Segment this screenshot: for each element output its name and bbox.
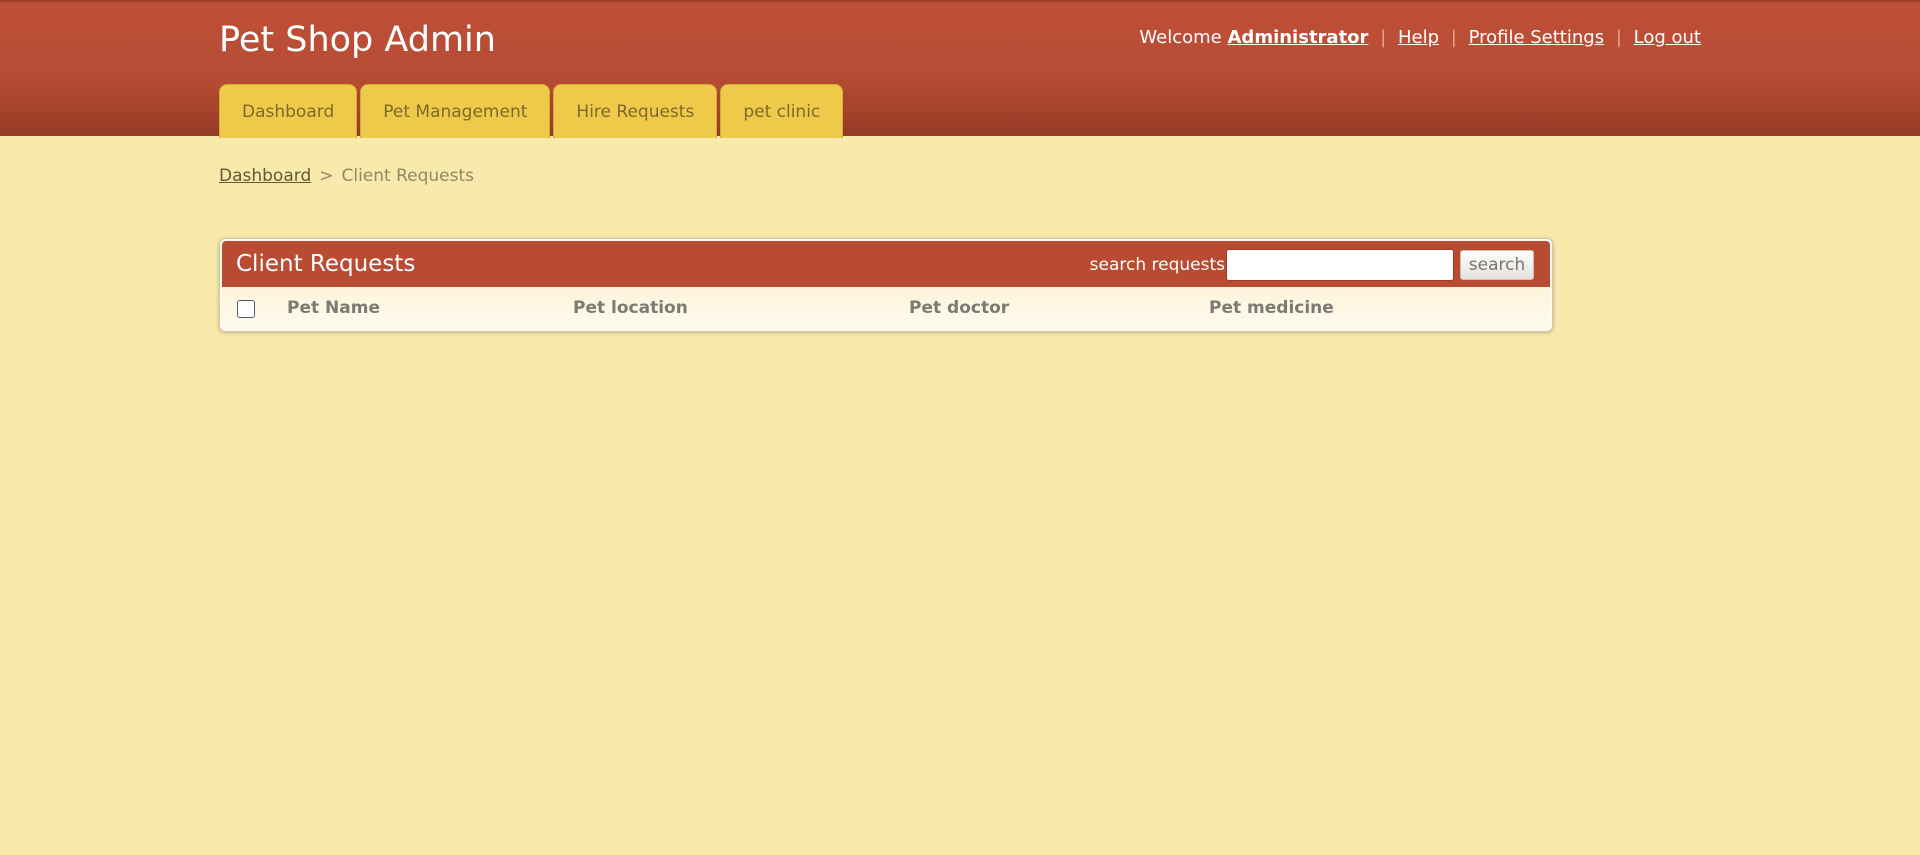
table-header-row: Pet Name Pet location Pet doctor Pet med… (222, 287, 1550, 331)
welcome-text: Welcome (1139, 27, 1222, 48)
help-link[interactable]: Help (1398, 27, 1439, 48)
select-all-checkbox[interactable] (237, 300, 255, 318)
breadcrumb-separator: > (319, 166, 334, 186)
nav-separator: | (1380, 27, 1387, 48)
column-header-pet-location[interactable]: Pet location (573, 298, 688, 318)
column-header-pet-medicine[interactable]: Pet medicine (1209, 298, 1334, 318)
panel-header: Client Requests search requests search (222, 241, 1550, 287)
column-header-pet-name[interactable]: Pet Name (287, 298, 380, 318)
tab-pet-clinic[interactable]: pet clinic (720, 84, 844, 138)
tab-hire-requests[interactable]: Hire Requests (553, 84, 718, 138)
top-header: Pet Shop Admin Welcome Administrator | H… (0, 0, 1920, 138)
breadcrumb-dashboard-link[interactable]: Dashboard (219, 166, 311, 186)
search-input[interactable] (1226, 249, 1454, 281)
user-nav: Welcome Administrator | Help | Profile S… (1139, 26, 1701, 50)
panel-title: Client Requests (236, 251, 416, 277)
column-header-pet-doctor[interactable]: Pet doctor (909, 298, 1009, 318)
search-label: search requests (1089, 255, 1225, 275)
tab-pet-management[interactable]: Pet Management (360, 84, 551, 138)
app-title: Pet Shop Admin (219, 20, 496, 60)
breadcrumb-current: Client Requests (341, 166, 475, 186)
profile-settings-link[interactable]: Profile Settings (1469, 27, 1605, 48)
breadcrumb: Dashboard > Client Requests (219, 166, 474, 186)
search-button[interactable]: search (1460, 250, 1534, 280)
user-name-link[interactable]: Administrator (1228, 27, 1369, 48)
main-tabs: Dashboard Pet Management Hire Requests p… (219, 84, 844, 138)
nav-separator: | (1615, 27, 1622, 48)
client-requests-panel: Client Requests search requests search P… (219, 238, 1553, 332)
tab-dashboard[interactable]: Dashboard (219, 84, 358, 138)
logout-link[interactable]: Log out (1634, 27, 1701, 48)
nav-separator: | (1450, 27, 1457, 48)
